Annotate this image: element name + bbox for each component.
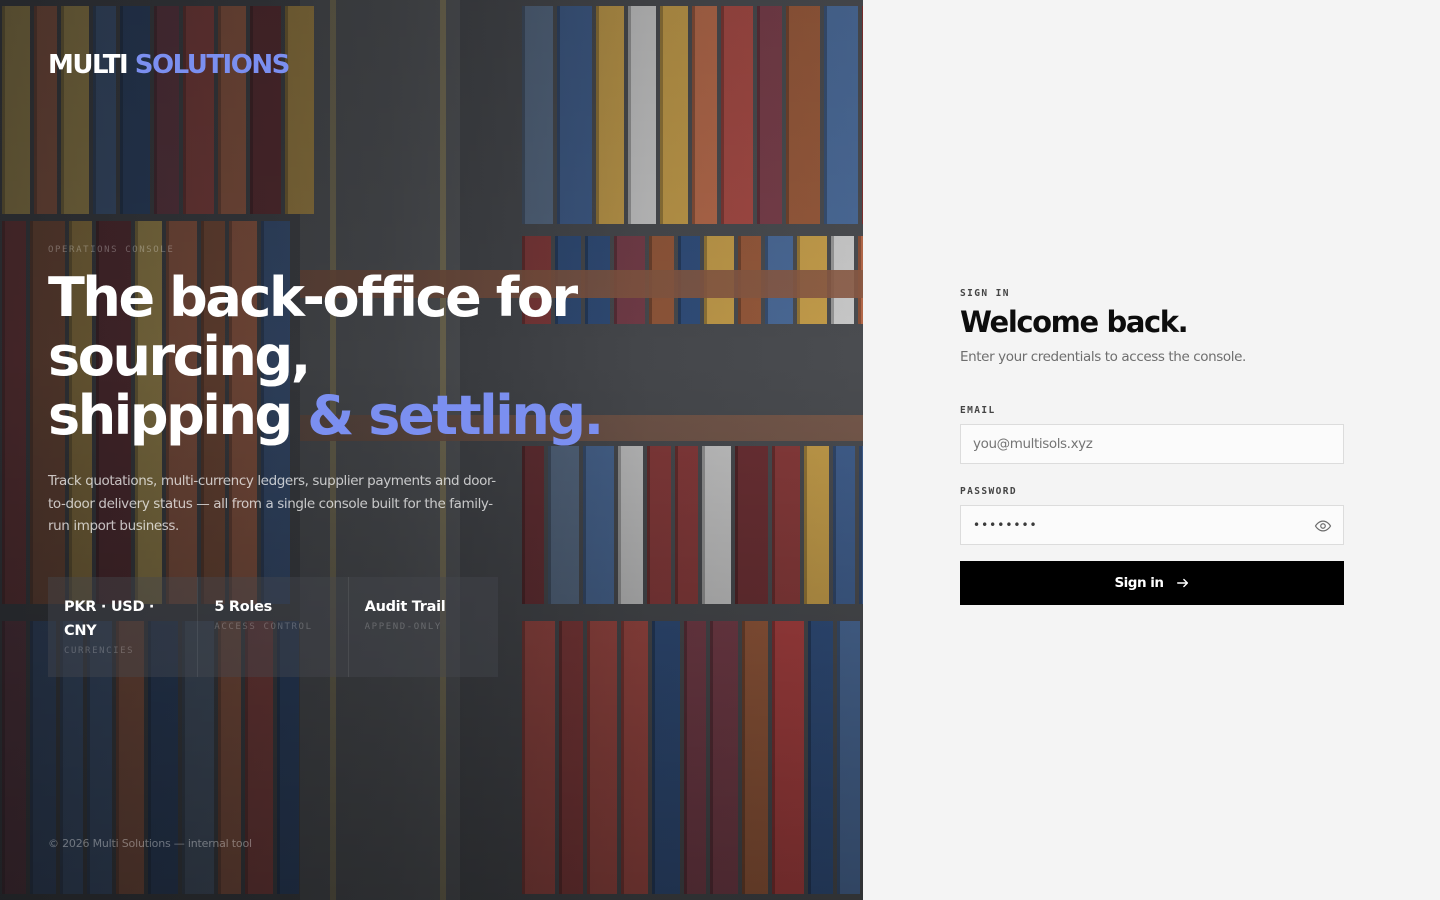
signin-eyebrow: SIGN IN — [960, 288, 1010, 299]
eye-icon[interactable] — [1314, 517, 1332, 535]
password-field-wrapper — [960, 505, 1344, 545]
hero-headline: The back-office for sourcing, shipping &… — [48, 268, 648, 445]
headline-line-3-accent: & settling. — [307, 384, 604, 447]
email-field-wrapper — [960, 424, 1344, 464]
brand-logo-primary: MULTI — [48, 50, 129, 80]
email-label: EMAIL — [960, 405, 996, 416]
hero-panel: MULTI SOLUTIONS OPERATIONS CONSOLE The b… — [0, 0, 863, 900]
headline-line-1: The back-office for — [48, 266, 578, 329]
brand-logo: MULTI SOLUTIONS — [48, 50, 291, 80]
headline-line-3: shipping & settling. — [48, 386, 648, 445]
brand-logo-accent: SOLUTIONS — [134, 50, 291, 80]
sign-in-button-label: Sign in — [1114, 575, 1164, 591]
signin-form: SIGN IN Welcome back. Enter your credent… — [960, 288, 1344, 605]
stat-roles: 5 Roles ACCESS CONTROL — [197, 577, 347, 677]
stat-value: 5 Roles — [214, 599, 272, 615]
signin-subtitle: Enter your credentials to access the con… — [960, 349, 1246, 365]
hero-footer: © 2026 Multi Solutions — internal tool — [48, 837, 252, 850]
sign-in-button[interactable]: Sign in — [960, 561, 1344, 605]
signin-title: Welcome back. — [960, 305, 1189, 339]
stat-label: APPEND-ONLY — [364, 622, 442, 632]
password-input[interactable] — [961, 506, 1343, 544]
hero-kicker: OPERATIONS CONSOLE — [48, 245, 175, 255]
stat-label: CURRENCIES — [64, 646, 135, 656]
headline-line-2: sourcing, — [48, 325, 311, 388]
password-label: PASSWORD — [960, 486, 1017, 497]
headline-line-3-plain: shipping — [48, 384, 308, 447]
email-input[interactable] — [961, 425, 1343, 463]
hero-stats: PKR · USD · CNY CURRENCIES 5 Roles ACCES… — [48, 577, 498, 677]
stat-value: PKR · USD · CNY — [64, 599, 155, 639]
stat-label: ACCESS CONTROL — [214, 622, 313, 632]
signin-panel: SIGN IN Welcome back. Enter your credent… — [863, 0, 1440, 900]
stat-currencies: PKR · USD · CNY CURRENCIES — [48, 577, 197, 677]
arrow-right-icon — [1176, 578, 1188, 588]
hero-description: Track quotations, multi-currency ledgers… — [48, 473, 496, 534]
stat-value: Audit Trail — [364, 599, 446, 615]
stat-audit-trail: Audit Trail APPEND-ONLY — [347, 577, 498, 677]
